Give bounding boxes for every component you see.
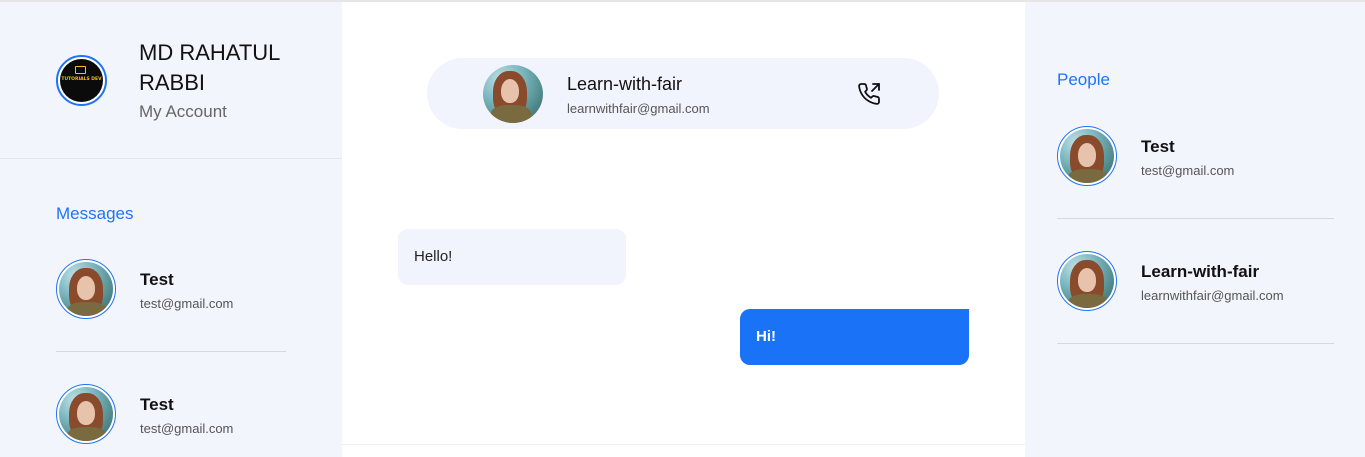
chat-header-email: learnwithfair@gmail.com	[567, 101, 710, 116]
chat-header-name: Learn-with-fair	[567, 74, 683, 94]
user-photo	[1060, 254, 1114, 308]
people-name[interactable]: Learn-with-fair	[1141, 262, 1259, 282]
user-photo	[483, 65, 543, 123]
message-avatar[interactable]	[56, 259, 116, 319]
people-divider	[1057, 343, 1334, 344]
outgoing-message-text: Hi!	[756, 328, 776, 345]
messages-title: Messages	[56, 204, 134, 223]
left-sidebar: TUTORIALS DEV MD RAHATUL RABBI My Accoun…	[0, 2, 342, 457]
people-name[interactable]: Test	[1141, 137, 1175, 157]
people-avatar[interactable]	[1057, 126, 1117, 186]
monitor-icon	[75, 66, 86, 74]
message-contact-email: test@gmail.com	[140, 296, 234, 311]
phone-outgoing-icon[interactable]	[857, 82, 881, 106]
chat-panel: Learn-with-fair learnwithfair@gmail.com …	[342, 2, 1025, 457]
incoming-message-text: Hello!	[414, 248, 453, 265]
message-contact-email: test@gmail.com	[140, 421, 234, 436]
people-avatar[interactable]	[1057, 251, 1117, 311]
logo-text: TUTORIALS DEV	[61, 77, 102, 82]
message-contact-name[interactable]: Test	[140, 270, 174, 290]
user-photo	[59, 262, 113, 316]
chat-footer-divider	[342, 444, 1025, 445]
people-email: test@gmail.com	[1141, 163, 1235, 178]
people-email: learnwithfair@gmail.com	[1141, 288, 1284, 303]
people-title: People	[1057, 70, 1110, 89]
message-contact-name[interactable]: Test	[140, 395, 174, 415]
account-avatar[interactable]: TUTORIALS DEV	[56, 55, 107, 106]
message-divider	[56, 351, 286, 352]
people-sidebar: People Test test@gmail.com Learn-with-fa…	[1025, 2, 1365, 457]
user-photo	[59, 387, 113, 441]
people-divider	[1057, 218, 1334, 219]
user-photo	[1060, 129, 1114, 183]
account-panel[interactable]: TUTORIALS DEV MD RAHATUL RABBI My Accoun…	[0, 2, 342, 159]
account-name: MD RAHATUL RABBI	[139, 40, 280, 95]
account-logo: TUTORIALS DEV	[60, 59, 103, 102]
message-avatar[interactable]	[56, 384, 116, 444]
account-subtitle: My Account	[139, 102, 227, 121]
chat-header-avatar[interactable]	[483, 65, 543, 123]
